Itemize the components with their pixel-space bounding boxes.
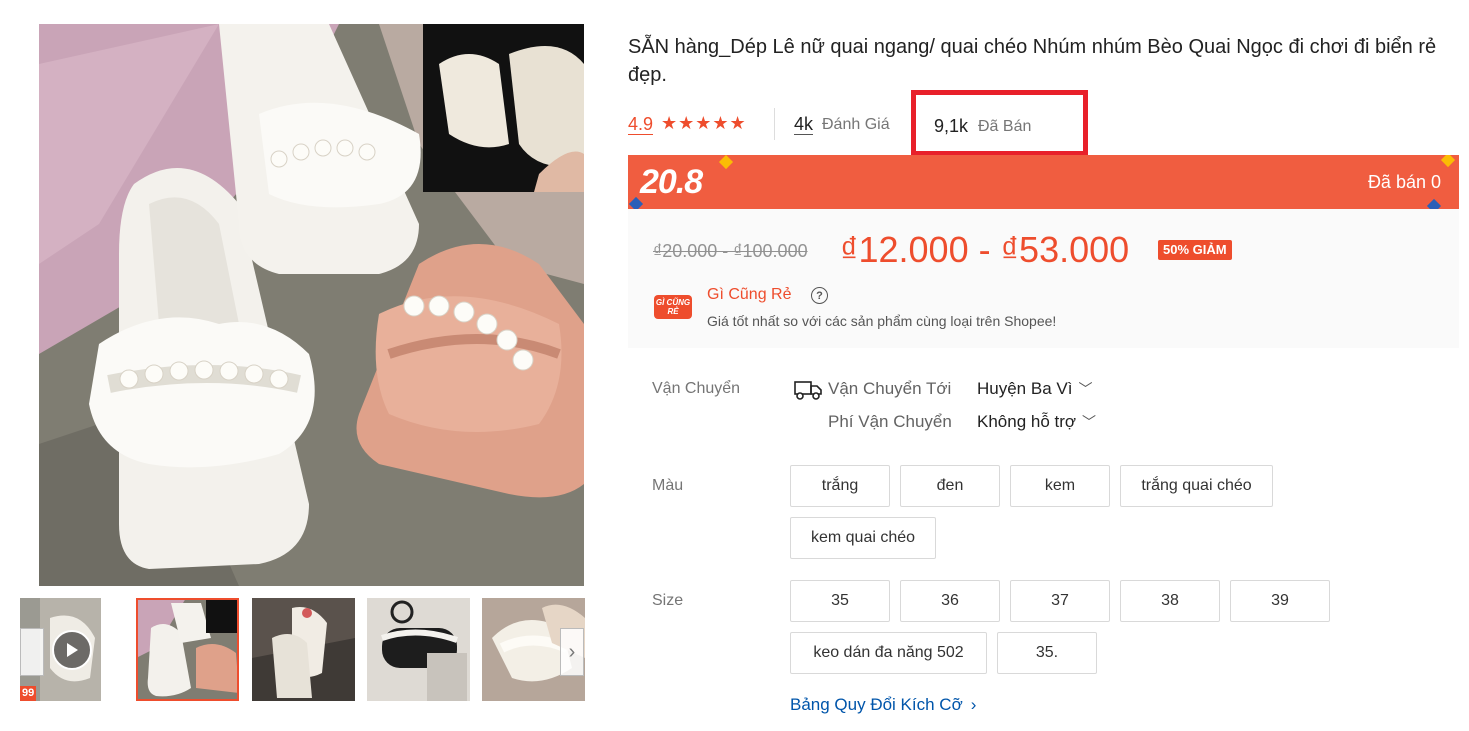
chevron-right-icon: › <box>568 640 576 663</box>
cheap-program-title[interactable]: Gì Cũng Rẻ <box>707 285 791 305</box>
color-option[interactable]: trắng <box>790 465 890 507</box>
color-option[interactable]: kem <box>1010 465 1110 507</box>
flash-sale-sold: Đã bán 0 <box>1367 172 1441 192</box>
size-option[interactable]: keo dán đa năng 502 <box>790 632 987 674</box>
chevron-down-icon: ﹀ <box>1082 414 1097 430</box>
stats-divider <box>774 108 775 140</box>
size-option[interactable]: 36 <box>900 580 1000 622</box>
size-option[interactable]: 37 <box>1010 580 1110 622</box>
color-option[interactable]: trắng quai chéo <box>1120 465 1273 507</box>
thumbnail-1[interactable] <box>136 598 239 701</box>
size-option[interactable]: 39 <box>1230 580 1330 622</box>
discount-badge: 50% GIẢM <box>1158 240 1232 260</box>
cheap-logo-icon: GÌ CŨNG RẺ <box>654 295 692 319</box>
thumbnail-strip: 99 › <box>20 598 585 702</box>
color-label: Màu <box>652 477 684 494</box>
flash-sale-logo: 20.8 <box>640 163 703 201</box>
shipping-label: Vận Chuyển <box>652 380 741 397</box>
decoration-icon <box>718 155 734 170</box>
size-option[interactable]: 35. <box>997 632 1097 674</box>
size-guide-link[interactable]: Bảng Quy Đổi Kích Cỡ › <box>790 694 976 716</box>
original-price: ₫20.000 - ₫100.000 <box>653 241 808 261</box>
size-option[interactable]: 38 <box>1120 580 1220 622</box>
play-video-button[interactable] <box>52 630 92 670</box>
thumbnail-3[interactable] <box>367 598 470 701</box>
thumbnail-2[interactable] <box>252 598 355 701</box>
ship-to-dropdown[interactable]: Huyện Ba Vì ﹀ <box>977 378 1092 400</box>
decoration-icon <box>1426 198 1442 209</box>
review-count[interactable]: 4k <box>794 114 814 135</box>
sold-count: 9,1k <box>934 116 969 136</box>
play-icon <box>67 643 78 657</box>
decoration-icon <box>1440 155 1456 168</box>
product-stats: 4.9 ★★★★★ 4k Đánh Giá 9,1k Đã Bán <box>628 90 1458 156</box>
chevron-right-icon: › <box>970 695 977 714</box>
rating-stars-icon: ★★★★★ <box>661 113 747 133</box>
size-guide-label: Bảng Quy Đổi Kích Cỡ <box>790 695 963 714</box>
ship-fee-dropdown[interactable]: Không hỗ trợ ﹀ <box>977 411 1096 433</box>
thumbnail-prev-button[interactable] <box>20 628 44 676</box>
size-option[interactable]: 35 <box>790 580 890 622</box>
sold-highlight-box: 9,1k Đã Bán <box>911 90 1088 156</box>
ship-to-label: Vận Chuyển Tới <box>828 379 952 398</box>
cheap-program-description: Giá tốt nhất so với các sản phẩm cùng lo… <box>707 313 1057 329</box>
color-option[interactable]: đen <box>900 465 1000 507</box>
ship-fee-label: Phí Vận Chuyển <box>828 412 952 431</box>
current-price: ₫12.000 - ₫53.000 <box>840 229 1130 270</box>
sold-label: Đã Bán <box>978 118 1032 135</box>
price-section: ₫20.000 - ₫100.000 ₫12.000 - ₫53.000 50%… <box>628 209 1459 348</box>
review-label: Đánh Giá <box>822 116 890 133</box>
flash-sale-banner: 20.8 Đã bán 0 <box>628 155 1459 209</box>
thumbnail-next-button[interactable]: › <box>560 628 584 676</box>
product-title: SẴN hàng_Dép Lê nữ quai ngang/ quai chéo… <box>628 36 1437 86</box>
ship-fee-value: Không hỗ trợ <box>977 412 1077 431</box>
thumbnail-badge: 99 <box>20 686 37 701</box>
main-product-image[interactable] <box>39 24 584 586</box>
rating-value[interactable]: 4.9 <box>628 114 654 135</box>
truck-icon <box>794 381 822 400</box>
ship-to-value: Huyện Ba Vì <box>977 379 1073 398</box>
chevron-down-icon: ﹀ <box>1078 381 1093 397</box>
help-icon[interactable]: ? <box>811 287 828 304</box>
size-label: Size <box>652 592 684 609</box>
color-option[interactable]: kem quai chéo <box>790 517 936 559</box>
